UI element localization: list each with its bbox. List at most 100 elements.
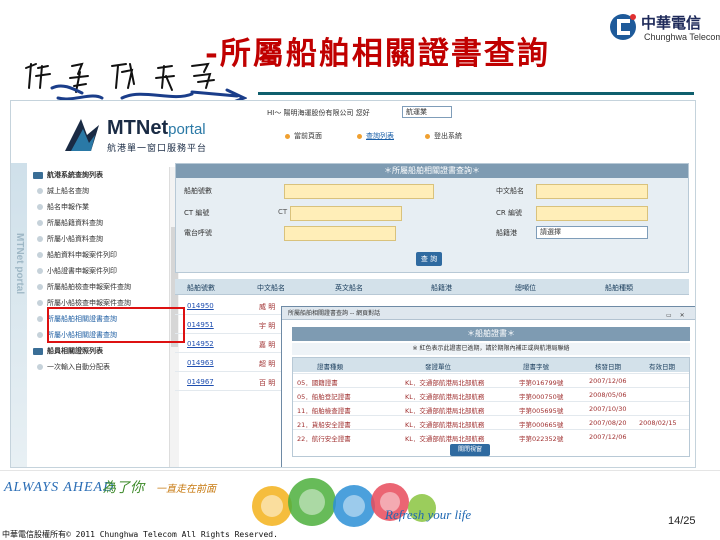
col-header: 總噸位 xyxy=(515,284,536,292)
cert-issuer: KL．交通部航港局北部航務 xyxy=(405,379,485,387)
zh-name-cell: 宇 明 xyxy=(259,322,276,330)
slide: -所屬船舶相關證書查詢 中華電信 Chunghwa Telecom MTNet … xyxy=(0,0,720,540)
ship-no-link[interactable]: 014952 xyxy=(187,340,214,348)
cert-type: 22．航行安全證書 xyxy=(297,435,351,443)
title-rule xyxy=(258,92,694,95)
zh-name-cell: 超 明 xyxy=(259,360,276,368)
highlight-box xyxy=(47,307,185,343)
menu-item[interactable]: 所屬小船資料查詢 xyxy=(31,231,169,247)
col-header: 發證單位 xyxy=(425,363,451,371)
tagline: Refresh your life xyxy=(385,507,472,522)
popup-window-title: 所屬船舶相關證書查詢 -- 網頁對話 ▭ ✕ xyxy=(282,307,695,320)
menu-item-label: 船員相關證照列表 xyxy=(47,347,103,355)
cert-valid: 2008/02/15 xyxy=(639,419,677,427)
nav-logout[interactable]: 登出系統 xyxy=(425,129,462,143)
col-header: 船籍港 xyxy=(431,284,452,292)
nav-label: 查詢列表 xyxy=(366,132,394,140)
close-window-button[interactable]: 關閉視窗 xyxy=(450,444,490,456)
menu-bullet-icon xyxy=(37,284,43,290)
role-select[interactable]: 航運業 xyxy=(402,106,452,118)
zh-name-input[interactable] xyxy=(536,184,648,199)
col-header: 證書種類 xyxy=(317,363,343,371)
page-number: 14/25 xyxy=(668,515,696,527)
menu-bullet-icon xyxy=(37,236,43,242)
cert-type: 11．船舶檢查證書 xyxy=(297,407,351,415)
query-form: ＊所屬船舶相關證書查詢＊ 船舶號數 中文船名 CT 編號 CT CR 編號 電台… xyxy=(175,163,689,273)
ship-no-input[interactable] xyxy=(284,184,434,199)
logo-en: Chunghwa Telecom xyxy=(644,32,720,42)
table-row: 05．國籍證書 KL．交通部航港局北部航務 宇第016799號 2007/12/… xyxy=(293,373,689,387)
menu-item-label: 小船證書申報案件列印 xyxy=(47,267,117,275)
cert-issued: 2007/08/20 xyxy=(589,419,627,427)
ship-no-link[interactable]: 014950 xyxy=(187,302,214,310)
menu-item-label: 航港系統查詢列表 xyxy=(47,171,103,179)
nav-label: 登出系統 xyxy=(434,132,462,140)
col-header: 船舶號數 xyxy=(187,284,215,292)
query-button[interactable]: 查 詢 xyxy=(416,252,442,266)
col-header: 核發日期 xyxy=(595,363,621,371)
cert-type: 05．國籍證書 xyxy=(297,379,338,387)
zh-name-label: 中文船名 xyxy=(496,187,524,195)
menu-item[interactable]: 所屬船舶檢查申報案件查詢 xyxy=(31,279,169,295)
cert-issuer: KL．交通部航港局北部航務 xyxy=(405,435,485,443)
ship-no-link[interactable]: 014967 xyxy=(187,378,214,386)
mtnet-subtitle: 航港單一窗口服務平台 xyxy=(107,144,208,154)
ct-no-label: CT 編號 xyxy=(184,209,210,217)
ship-no-label: 船舶號數 xyxy=(184,187,212,195)
ship-no-link[interactable]: 014963 xyxy=(187,359,214,367)
menu-item-label: 船名申報作業 xyxy=(47,203,89,211)
col-header: 有效日期 xyxy=(649,363,675,371)
menu-item[interactable]: 船名申報作業 xyxy=(31,199,169,215)
menu-item[interactable]: 船員相關證照列表 xyxy=(31,343,169,359)
call-sign-label: 電台呼號 xyxy=(184,229,212,237)
slogan-zh1: 為了你 xyxy=(102,480,144,496)
menu-bullet-icon xyxy=(37,204,43,210)
logo-zh: 中華電信 xyxy=(641,14,702,32)
form-row: CT 編號 CT CR 編號 xyxy=(184,206,684,222)
menu-item[interactable]: 船舶資料申報案件列印 xyxy=(31,247,169,263)
menu-item[interactable]: 一次輸入自動分配表 xyxy=(31,359,169,375)
zh-name-cell: 嘉 明 xyxy=(259,341,276,349)
registry-select[interactable]: 請選擇 xyxy=(536,226,648,239)
cr-no-input[interactable] xyxy=(536,206,648,221)
decorative-circles-icon xyxy=(252,478,436,527)
ct-prefix: CT xyxy=(278,208,288,216)
slogan: ALWAYS AHEAD 為了你 一直走在前面 xyxy=(4,476,254,500)
nav-current-page[interactable]: 當前頁面 xyxy=(285,129,322,143)
ship-no-link[interactable]: 014951 xyxy=(187,321,214,329)
nav-label: 當前頁面 xyxy=(294,132,322,140)
nav-dot-icon xyxy=(425,133,430,139)
menu-item[interactable]: 小船證書申報案件列印 xyxy=(31,263,169,279)
menu-bullet-icon xyxy=(37,300,43,306)
cert-issued: 2008/05/06 xyxy=(589,391,627,399)
menu-item[interactable]: 航港系統查詢列表 xyxy=(31,167,169,183)
table-row: 22．航行安全證書 KL．交通部航港局北部航務 宇第022352號 2007/1… xyxy=(293,429,689,443)
nav-query-list[interactable]: 查詢列表 xyxy=(357,129,394,143)
col-header: 船舶種類 xyxy=(605,284,633,292)
menu-item-label: 所屬小船資料查詢 xyxy=(47,235,103,243)
form-row: 船舶號數 中文船名 xyxy=(184,184,684,200)
menu-folder-icon xyxy=(33,171,43,179)
menu-bullet-icon xyxy=(37,332,43,338)
menu-item[interactable]: 所屬船籍資料查詢 xyxy=(31,215,169,231)
menu-item[interactable]: 誠上船名查詢 xyxy=(31,183,169,199)
window-controls-icon[interactable]: ▭ ✕ xyxy=(666,309,695,319)
mtnet-brand: MTNetportal xyxy=(107,117,206,140)
slogan-en: ALWAYS AHEAD xyxy=(4,480,115,495)
menu-folder-icon xyxy=(33,347,43,355)
mtnet-brand-suffix: portal xyxy=(168,121,206,138)
table-row: 21．貨船安全證書 KL．交通部航港局北部航務 宇第000665號 2007/0… xyxy=(293,415,689,429)
ct-no-input[interactable] xyxy=(290,206,402,221)
registry-label: 船籍港 xyxy=(496,229,517,237)
certificate-table-header: 證書種類 發證單位 證書字號 核發日期 有效日期 xyxy=(293,358,689,372)
menu-item-label: 一次輸入自動分配表 xyxy=(47,363,110,371)
popup-window-title-text: 所屬船舶相關證書查詢 -- 網頁對話 xyxy=(288,310,381,317)
portal-top-bar: HI～ 陽明海運股份有限公司 您好 航運業 xyxy=(267,105,687,121)
call-sign-input[interactable] xyxy=(284,226,396,241)
cert-no: 宇第005695號 xyxy=(519,407,564,415)
cert-issued: 2007/12/06 xyxy=(589,433,627,441)
cert-type: 21．貨船安全證書 xyxy=(297,421,351,429)
menu-bullet-icon xyxy=(37,220,43,226)
col-header: 中文船名 xyxy=(257,284,285,292)
menu-item-label: 所屬小船檢查申報案件查詢 xyxy=(47,299,131,307)
